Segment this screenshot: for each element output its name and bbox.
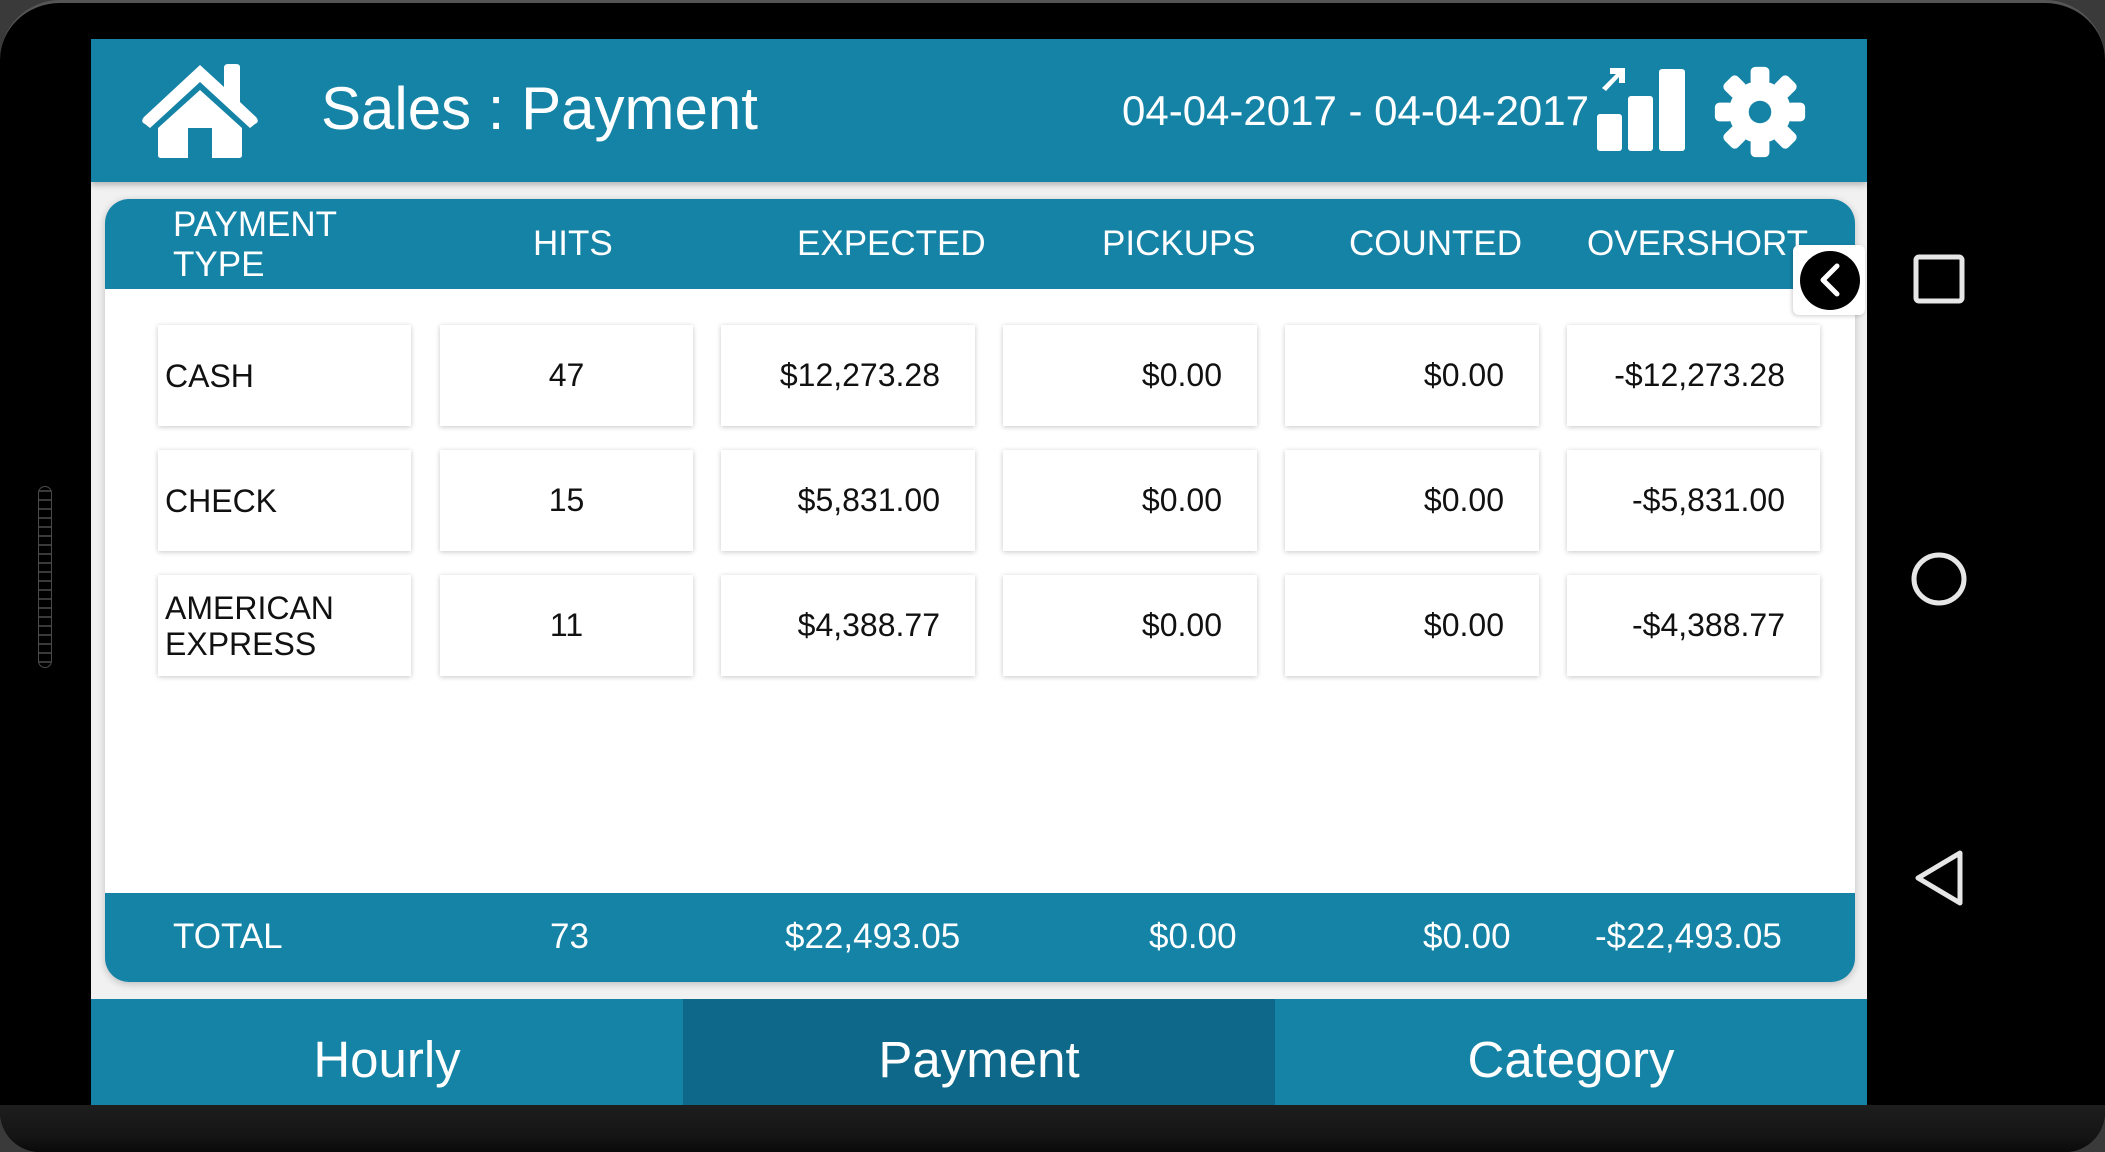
table-header: PAYMENT TYPE HITS EXPECTED PICKUPS COUNT… — [105, 199, 1855, 289]
triangle-back-icon — [1915, 850, 1963, 906]
cell-overshort: -$12,273.28 — [1567, 325, 1820, 426]
chevron-left-icon — [1820, 263, 1840, 297]
back-button[interactable] — [1913, 849, 1965, 907]
column-header-pickups: PICKUPS — [1102, 224, 1256, 263]
totals-row: TOTAL 73 $22,493.05 $0.00 $0.00 -$22,493… — [105, 893, 1855, 982]
home-icon — [142, 64, 258, 158]
bar-chart-growth-icon — [1597, 68, 1685, 151]
circle-icon — [1911, 552, 1967, 606]
cell-payment-type: CHECK — [158, 450, 411, 551]
cell-counted: $0.00 — [1285, 450, 1539, 551]
payment-table: PAYMENT TYPE HITS EXPECTED PICKUPS COUNT… — [105, 199, 1855, 982]
total-expected: $22,493.05 — [785, 917, 961, 956]
cell-counted: $0.00 — [1285, 575, 1539, 676]
device-bezel-bottom — [0, 1105, 2105, 1152]
tab-payment[interactable]: Payment — [683, 999, 1275, 1119]
reports-button[interactable] — [1595, 67, 1687, 152]
cell-hits: 47 — [440, 325, 693, 426]
gear-icon — [1714, 66, 1806, 158]
total-hits: 73 — [550, 917, 589, 956]
total-counted: $0.00 — [1423, 917, 1511, 956]
square-icon — [1913, 254, 1965, 304]
app-header: Sales : Payment 04-04-2017 - 04-04-2017 — [91, 39, 1867, 182]
tab-category[interactable]: Category — [1275, 999, 1867, 1119]
cell-pickups: $0.00 — [1003, 575, 1257, 676]
column-header-hits: HITS — [533, 224, 613, 263]
total-pickups: $0.00 — [1149, 917, 1237, 956]
total-label: TOTAL — [173, 917, 283, 956]
cell-payment-type: AMERICAN EXPRESS — [158, 575, 411, 676]
column-header-counted: COUNTED — [1349, 224, 1523, 263]
cell-pickups: $0.00 — [1003, 450, 1257, 551]
settings-button[interactable] — [1713, 65, 1807, 159]
cell-hits: 11 — [440, 575, 693, 676]
cell-pickups: $0.00 — [1003, 325, 1257, 426]
column-header-payment-type: PAYMENT TYPE — [173, 205, 337, 284]
cell-overshort: -$4,388.77 — [1567, 575, 1820, 676]
collapse-panel-button[interactable] — [1793, 245, 1865, 315]
recents-button[interactable] — [1913, 254, 1965, 304]
app-screen: Sales : Payment 04-04-2017 - 04-04-2017 — [91, 39, 1867, 1119]
cell-expected: $4,388.77 — [721, 575, 975, 676]
cell-expected: $5,831.00 — [721, 450, 975, 551]
page-title: Sales : Payment — [321, 75, 758, 142]
cell-overshort: -$5,831.00 — [1567, 450, 1820, 551]
column-header-expected: EXPECTED — [797, 224, 986, 263]
cell-expected: $12,273.28 — [721, 325, 975, 426]
home-button[interactable] — [140, 62, 260, 159]
total-overshort: -$22,493.05 — [1595, 917, 1782, 956]
android-home-button[interactable] — [1910, 551, 1968, 607]
device-frame: Sales : Payment 04-04-2017 - 04-04-2017 — [0, 0, 2105, 1152]
speaker-grille — [38, 486, 52, 668]
cell-hits: 15 — [440, 450, 693, 551]
bottom-tab-bar: Hourly Payment Category — [91, 999, 1867, 1119]
cell-payment-type: CASH — [158, 325, 411, 426]
date-range-selector[interactable]: 04-04-2017 - 04-04-2017 — [1122, 85, 1589, 137]
column-header-overshort: OVERSHORT — [1587, 224, 1809, 263]
cell-counted: $0.00 — [1285, 325, 1539, 426]
tab-hourly[interactable]: Hourly — [91, 999, 683, 1119]
